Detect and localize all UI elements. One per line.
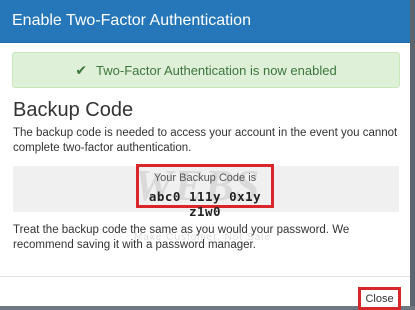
close-button[interactable]: Close [358,287,401,310]
modal-footer [0,276,410,306]
alert-text: Two-Factor Authentication is now enabled [96,62,337,78]
backup-code-note: Treat the backup code the same as you wo… [13,224,350,251]
check-icon: ✔ [75,61,88,78]
backup-code-value: abc0 111y 0x1y z1w0 [148,189,262,219]
backup-code-heading: Backup Code [13,99,134,121]
two-factor-modal: Enable Two-Factor Authentication ✔ Two-F… [0,0,410,306]
backup-code-description: The backup code is needed to access your… [13,127,398,154]
modal-header: Enable Two-Factor Authentication [0,0,410,43]
backdrop-edge [410,0,415,306]
success-alert: ✔ Two-Factor Authentication is now enabl… [12,52,400,88]
backup-code-label: Your Backup Code is [153,172,257,184]
modal-title: Enable Two-Factor Authentication [12,12,251,29]
